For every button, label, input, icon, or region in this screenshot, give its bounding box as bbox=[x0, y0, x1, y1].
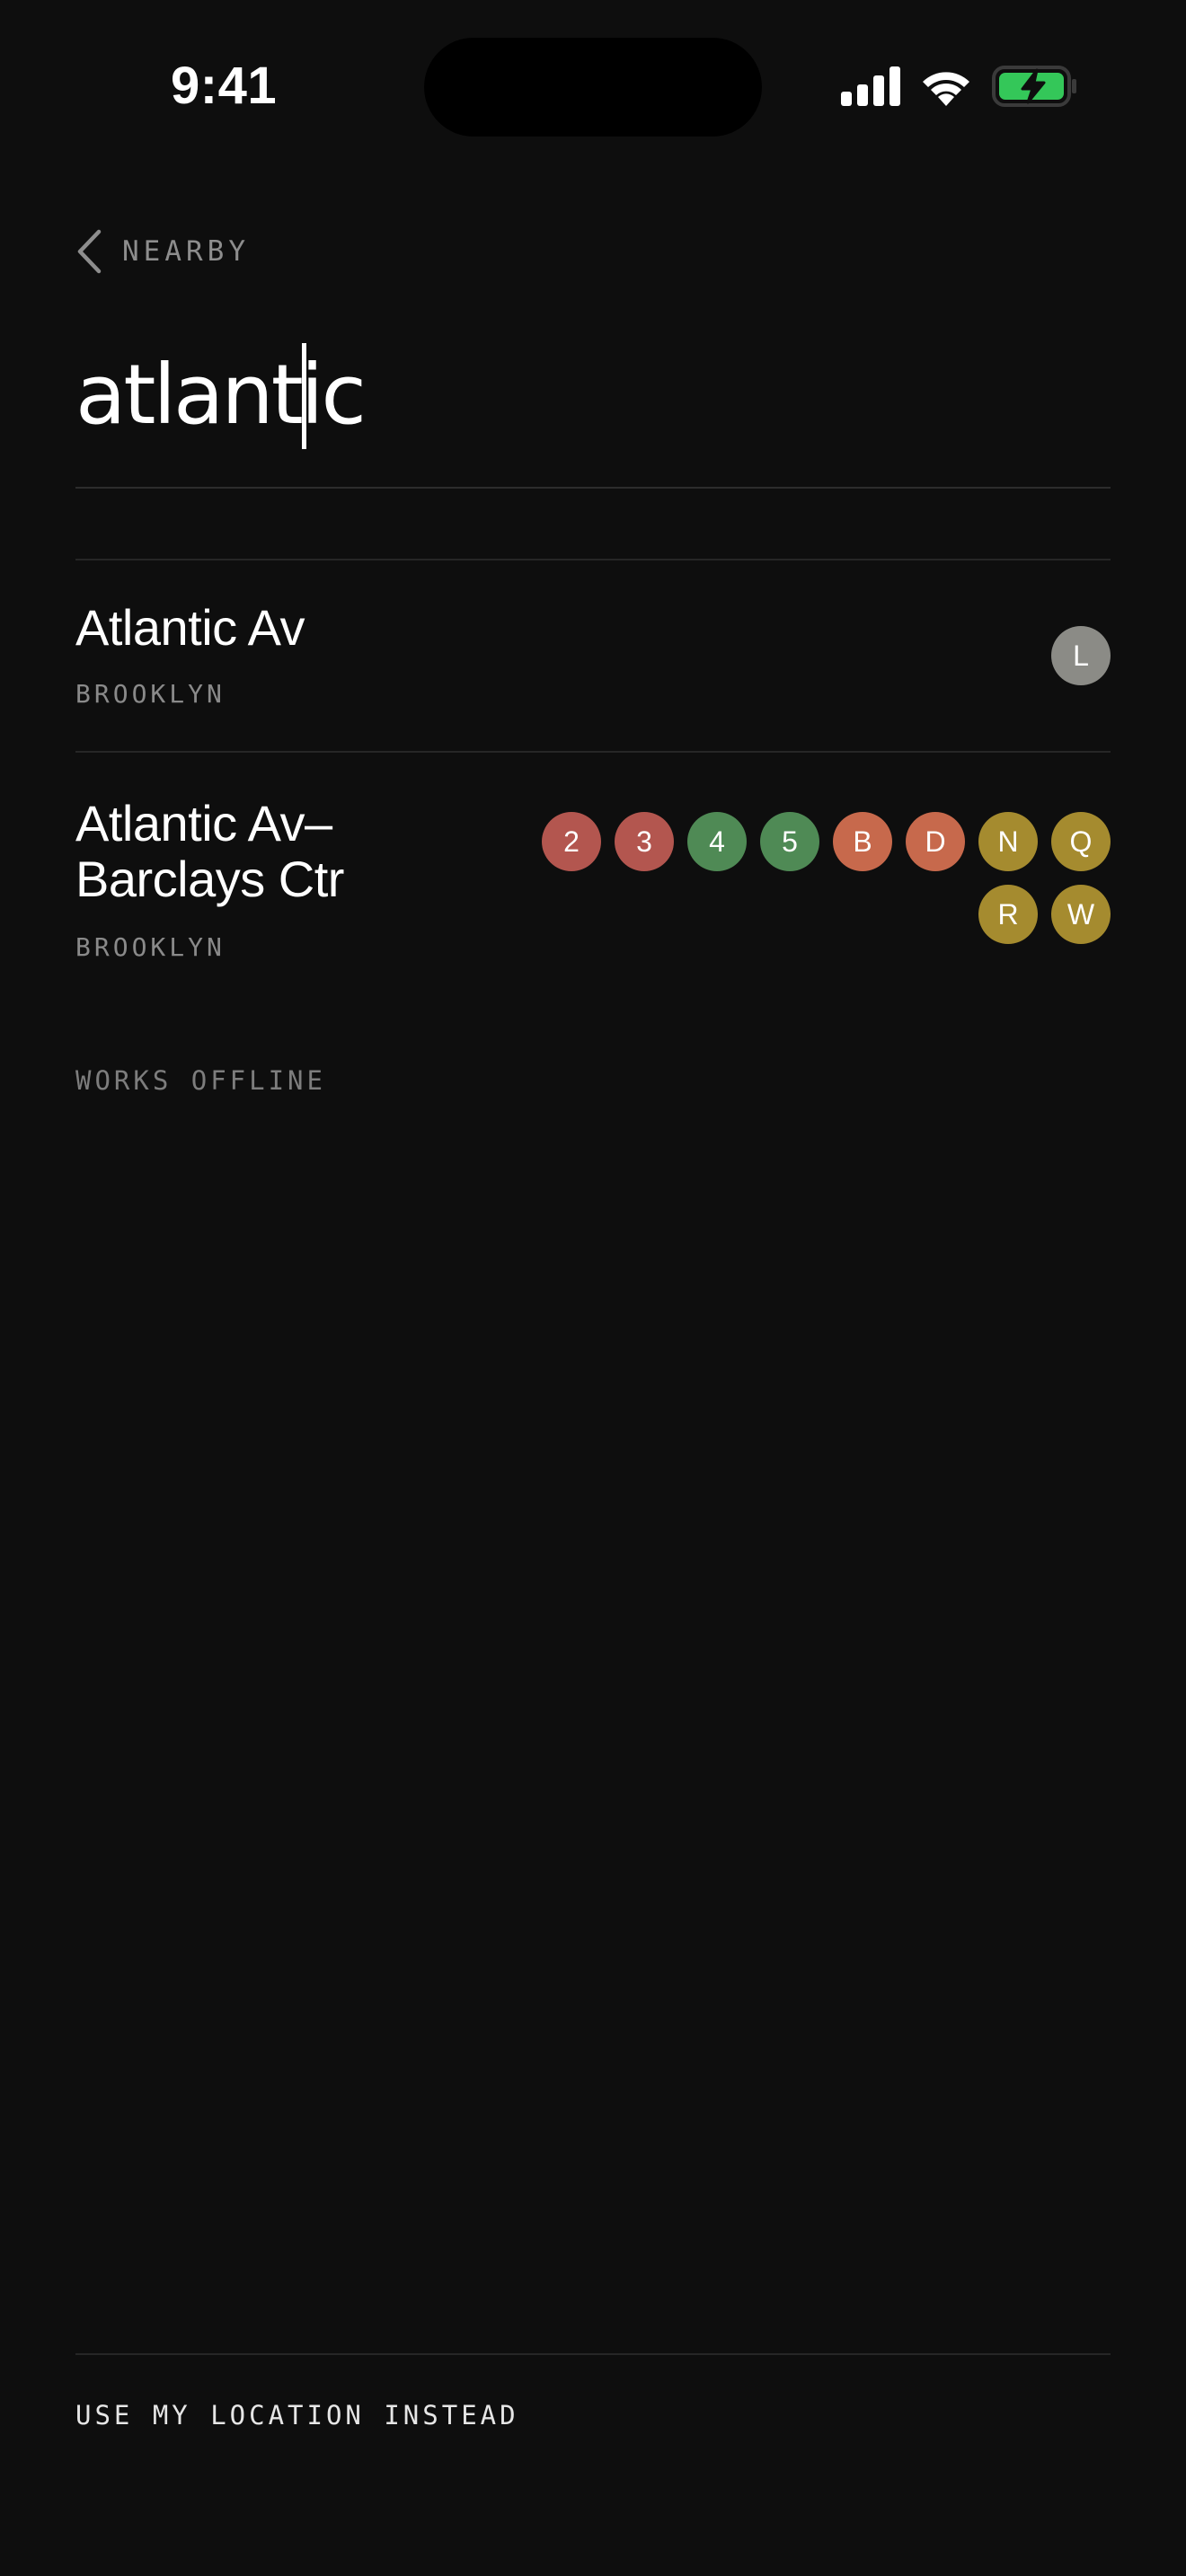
status-time: 9:41 bbox=[171, 57, 278, 115]
route-bullet-2: 2 bbox=[542, 812, 601, 871]
footer-divider bbox=[75, 2353, 1111, 2355]
route-bullet-d: D bbox=[906, 812, 965, 871]
route-bullet-l: L bbox=[1051, 626, 1111, 685]
station-result-atlantic-av-barclays-ctr[interactable]: Atlantic Av– Barclays Ctr BROOKLYN 2345B… bbox=[75, 753, 1111, 986]
route-bullet-3: 3 bbox=[615, 812, 674, 871]
dynamic-island bbox=[424, 38, 762, 137]
wifi-icon bbox=[923, 72, 969, 106]
station-search-field[interactable]: atlantic bbox=[75, 334, 1111, 489]
route-bullet-4: 4 bbox=[687, 812, 747, 871]
station-borough: BROOKLYN bbox=[75, 679, 226, 709]
route-bullets: L bbox=[931, 626, 1111, 685]
route-bullet-5: 5 bbox=[760, 812, 819, 871]
back-button-label: NEARBY bbox=[122, 235, 250, 268]
search-input-text[interactable]: atlantic bbox=[75, 347, 367, 443]
station-result-atlantic-av[interactable]: Atlantic Av BROOKLYN L bbox=[75, 560, 1111, 751]
route-bullet-r: R bbox=[978, 885, 1038, 944]
route-bullets: 2345BDNQRW bbox=[535, 812, 1111, 944]
text-cursor bbox=[302, 343, 306, 449]
cellular-signal-icon bbox=[841, 66, 900, 106]
station-borough: BROOKLYN bbox=[75, 932, 226, 962]
station-name-line-2: Barclays Ctr bbox=[75, 851, 344, 907]
offline-note: WORKS OFFLINE bbox=[75, 1065, 326, 1096]
back-button[interactable]: NEARBY bbox=[75, 226, 250, 277]
station-name-line-1: Atlantic Av– bbox=[75, 795, 332, 851]
use-my-location-button[interactable]: USE MY LOCATION INSTEAD bbox=[75, 2400, 519, 2430]
station-name: Atlantic Av bbox=[75, 599, 305, 656]
route-bullet-q: Q bbox=[1051, 812, 1111, 871]
route-bullet-w: W bbox=[1051, 885, 1111, 944]
chevron-left-icon bbox=[77, 229, 102, 274]
route-bullet-n: N bbox=[978, 812, 1038, 871]
battery-charging-icon bbox=[992, 66, 1076, 107]
route-bullet-b: B bbox=[833, 812, 892, 871]
